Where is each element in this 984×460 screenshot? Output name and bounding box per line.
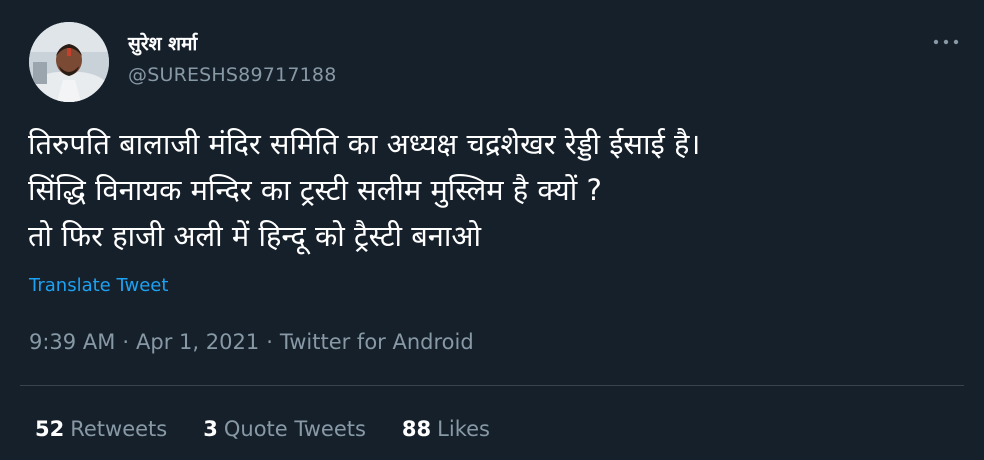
retweets-stat[interactable]: 52 Retweets xyxy=(35,417,167,441)
likes-stat[interactable]: 88 Likes xyxy=(402,417,490,441)
tweet-text-line: सिंद्धि विनायक मन्दिर का ट्रस्टी सलीम मु… xyxy=(28,173,602,207)
author-handle[interactable]: @SURESHS89717188 xyxy=(128,64,337,86)
tweet-text-line: तो फिर हाजी अली में हिन्दू को ट्रैस्टी ब… xyxy=(28,219,482,253)
quote-tweets-label: Quote Tweets xyxy=(223,417,366,441)
more-options-icon xyxy=(933,39,959,45)
author-display-name[interactable]: सुरेश शर्मा xyxy=(128,30,197,56)
meta-separator: · xyxy=(122,330,130,354)
tweet-text-line: तिरुपति बालाजी मंदिर समिति का अध्यक्ष चद… xyxy=(28,127,701,161)
avatar[interactable] xyxy=(29,22,109,102)
tweet-date[interactable]: Apr 1, 2021 xyxy=(136,330,259,354)
retweets-count: 52 xyxy=(35,417,65,441)
tweet-detail: सुरेश शर्मा @SURESHS89717188 तिरुपति बाल… xyxy=(0,0,984,460)
tweet-time[interactable]: 9:39 AM xyxy=(29,330,115,354)
tweet-source[interactable]: Twitter for Android xyxy=(280,330,474,354)
divider xyxy=(20,385,964,386)
avatar-photo xyxy=(29,22,109,102)
quote-tweets-stat[interactable]: 3 Quote Tweets xyxy=(203,417,366,441)
tweet-meta: 9:39 AM · Apr 1, 2021 · Twitter for Android xyxy=(29,330,474,354)
tweet-stats: 52 Retweets 3 Quote Tweets 88 Likes xyxy=(35,417,526,441)
retweets-label: Retweets xyxy=(70,417,168,441)
likes-count: 88 xyxy=(401,417,432,441)
more-options-button[interactable] xyxy=(928,32,964,52)
quote-tweets-count: 3 xyxy=(203,417,218,441)
meta-separator: · xyxy=(266,330,273,354)
tweet-text: तिरुपति बालाजी मंदिर समिति का अध्यक्ष चद… xyxy=(28,121,958,259)
translate-tweet-link[interactable]: Translate Tweet xyxy=(29,275,168,296)
likes-label: Likes xyxy=(437,417,490,441)
